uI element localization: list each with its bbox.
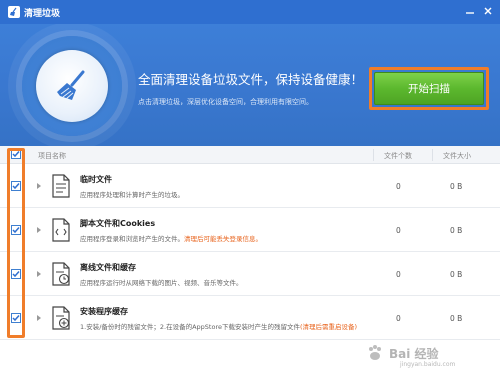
row-file-size: 0 B bbox=[450, 314, 463, 323]
row-file-count: 0 bbox=[396, 226, 401, 235]
window-controls bbox=[464, 5, 494, 17]
row-file-size: 0 B bbox=[450, 226, 463, 235]
close-icon[interactable] bbox=[482, 5, 494, 17]
column-header-count: 文件个数 bbox=[384, 152, 412, 160]
column-divider bbox=[432, 149, 433, 161]
watermark: Bai 经验 bbox=[365, 343, 439, 363]
expand-arrow-icon[interactable] bbox=[36, 182, 42, 190]
start-scan-button[interactable]: 开始扫描 bbox=[374, 72, 484, 105]
paw-logo-icon bbox=[365, 343, 385, 363]
row-title: 安装程序缓存 bbox=[80, 307, 128, 316]
watermark-url: jingyan.baidu.com bbox=[400, 361, 456, 368]
row-file-size: 0 B bbox=[450, 182, 463, 191]
watermark-text: Bai 经验 bbox=[389, 346, 439, 361]
broom-icon bbox=[36, 50, 108, 122]
row-title: 脚本文件和Cookies bbox=[80, 219, 156, 228]
expand-arrow-icon[interactable] bbox=[36, 270, 42, 278]
row-description: 应用程序登录和浏览时产生的文件。清理后可能丢失登录信息。 bbox=[80, 235, 262, 243]
column-divider bbox=[373, 149, 374, 161]
list-header: 项目名称 文件个数 文件大小 bbox=[0, 146, 500, 164]
row-title: 离线文件和缓存 bbox=[80, 263, 136, 272]
row-warning: (清理后需重启设备) bbox=[299, 323, 358, 331]
list-item[interactable]: 安装程序缓存 1.安装/备份时的残留文件；2.在设备的AppStore下载安装时… bbox=[0, 296, 500, 340]
minimize-icon[interactable] bbox=[464, 5, 476, 17]
script-document-icon bbox=[50, 218, 72, 242]
row-file-count: 0 bbox=[396, 182, 401, 191]
clock-document-icon bbox=[50, 262, 72, 286]
list-item[interactable]: 离线文件和缓存 应用程序运行时从网络下载的图片、视频、音乐等文件。 0 0 B bbox=[0, 252, 500, 296]
row-warning: 清理后可能丢失登录信息。 bbox=[184, 235, 262, 243]
row-description: 应用程序处理和计算时产生的垃圾。 bbox=[80, 191, 184, 199]
hero-heading: 全面清理设备垃圾文件，保持设备健康！ bbox=[138, 72, 364, 87]
checkbox-column-highlight bbox=[7, 148, 25, 338]
row-description: 1.安装/备份时的残留文件；2.在设备的AppStore下载安装时产生的残留文件… bbox=[80, 323, 358, 331]
hero-subtext: 点击清理垃圾，深层优化设备空间，合理利用有限空间。 bbox=[138, 98, 313, 106]
list-item[interactable]: 临时文件 应用程序处理和计算时产生的垃圾。 0 0 B bbox=[0, 164, 500, 208]
column-header-size: 文件大小 bbox=[443, 152, 471, 160]
row-description: 应用程序运行时从网络下载的图片、视频、音乐等文件。 bbox=[80, 279, 243, 287]
row-file-size: 0 B bbox=[450, 270, 463, 279]
expand-arrow-icon[interactable] bbox=[36, 314, 42, 322]
document-icon bbox=[50, 174, 72, 198]
column-header-name: 项目名称 bbox=[38, 152, 66, 160]
title-bar: 清理垃圾 bbox=[0, 0, 500, 24]
list-item[interactable]: 脚本文件和Cookies 应用程序登录和浏览时产生的文件。清理后可能丢失登录信息… bbox=[0, 208, 500, 252]
broom-app-icon bbox=[8, 6, 20, 18]
row-file-count: 0 bbox=[396, 314, 401, 323]
row-title: 临时文件 bbox=[80, 175, 112, 184]
install-document-icon bbox=[50, 306, 72, 330]
expand-arrow-icon[interactable] bbox=[36, 226, 42, 234]
window-title: 清理垃圾 bbox=[24, 8, 61, 19]
row-file-count: 0 bbox=[396, 270, 401, 279]
